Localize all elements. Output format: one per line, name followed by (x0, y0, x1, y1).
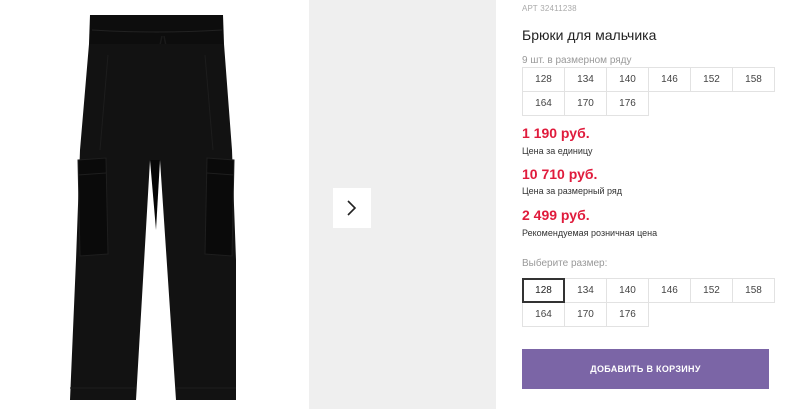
size-option[interactable]: 134 (564, 278, 607, 303)
pack-size-cell: 146 (648, 67, 691, 92)
next-image-preview (309, 0, 496, 409)
unit-price-label: Цена за единицу (522, 146, 593, 156)
pack-price: 10 710 руб. (522, 166, 598, 182)
pack-size-grid: 128 134 140 146 152 158 164 170 176 (522, 67, 775, 116)
pack-size-cell: 134 (564, 67, 607, 92)
pack-size-cell: 128 (522, 67, 565, 92)
size-option[interactable]: 164 (522, 302, 565, 327)
size-option[interactable]: 176 (606, 302, 649, 327)
size-option[interactable]: 158 (732, 278, 775, 303)
retail-price: 2 499 руб. (522, 207, 590, 223)
pack-size-cell: 176 (606, 91, 649, 116)
pack-size-cell: 140 (606, 67, 649, 92)
pants-image (70, 15, 236, 400)
add-to-cart-button[interactable]: ДОБАВИТЬ В КОРЗИНУ (522, 349, 769, 389)
choose-size-label: Выберите размер: (522, 258, 608, 269)
size-option[interactable]: 170 (564, 302, 607, 327)
pack-size-cell: 164 (522, 91, 565, 116)
pack-size-cell: 170 (564, 91, 607, 116)
product-image[interactable] (0, 0, 308, 409)
size-option[interactable]: 140 (606, 278, 649, 303)
pack-price-label: Цена за размерный ряд (522, 186, 623, 196)
pack-size-cell: 152 (690, 67, 733, 92)
size-selector: 128 134 140 146 152 158 164 170 176 (522, 278, 775, 327)
product-sku: АРТ 32411238 (522, 4, 577, 13)
chevron-right-icon (347, 200, 357, 216)
next-image-button[interactable] (333, 188, 371, 228)
unit-price: 1 190 руб. (522, 125, 590, 141)
product-title: Брюки для мальчика (522, 27, 657, 43)
pack-size-cell: 158 (732, 67, 775, 92)
pack-size-note: 9 шт. в размерном ряду (522, 55, 632, 66)
size-option-selected[interactable]: 128 (522, 278, 565, 303)
size-option[interactable]: 146 (648, 278, 691, 303)
retail-price-label: Рекомендуемая розничная цена (522, 228, 658, 238)
size-option[interactable]: 152 (690, 278, 733, 303)
